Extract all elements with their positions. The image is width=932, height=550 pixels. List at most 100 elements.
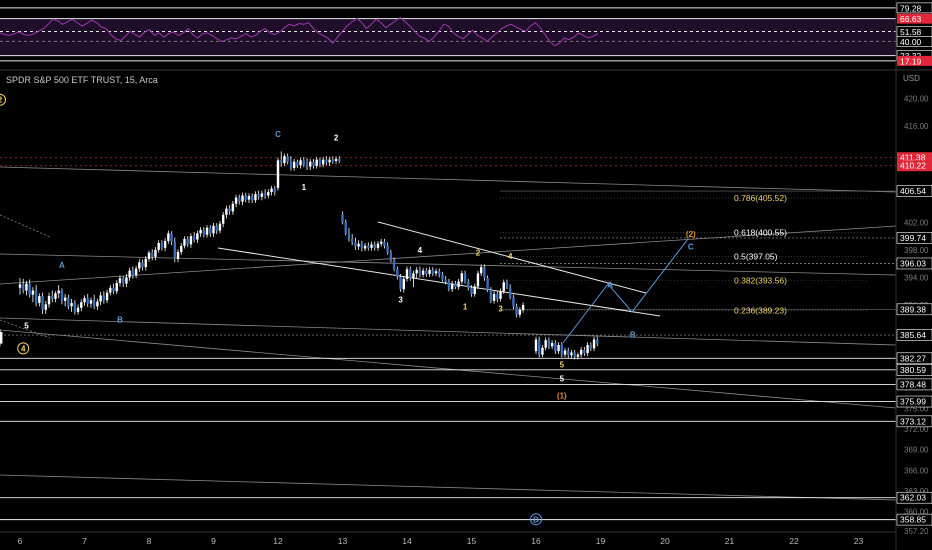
- candle-body: [586, 344, 589, 354]
- candle-body: [273, 188, 276, 193]
- candle-body: [441, 274, 444, 280]
- wave-label: B: [630, 331, 636, 340]
- candle-body: [483, 267, 486, 279]
- x-tick-label: 14: [402, 536, 412, 546]
- candle-body: [573, 352, 576, 357]
- candle-body: [131, 270, 135, 276]
- candle-body: [141, 262, 144, 268]
- candle-body: [328, 159, 331, 163]
- candle-body: [167, 233, 170, 241]
- candle-body: [234, 197, 238, 204]
- candle-body: [560, 344, 563, 355]
- wave-label: 1: [302, 183, 307, 192]
- candle-body: [34, 290, 38, 303]
- candle-body: [457, 281, 460, 288]
- candle-body: [583, 349, 586, 354]
- candle-body: [460, 273, 464, 282]
- candle-body: [96, 301, 99, 307]
- candle-body: [151, 252, 154, 257]
- candle-body: [28, 283, 31, 295]
- x-tick-label: 8: [147, 536, 152, 546]
- candle-body: [283, 156, 286, 164]
- candle-body: [389, 252, 393, 261]
- candle-body: [257, 194, 260, 197]
- candle-body: [579, 349, 583, 355]
- candle-body: [409, 269, 412, 279]
- candle-body: [102, 295, 106, 301]
- wave-label: 2: [0, 96, 3, 105]
- candle-body: [51, 296, 54, 299]
- candle-body: [386, 245, 389, 253]
- wave-label: 2: [476, 249, 481, 258]
- candle-body: [544, 340, 547, 348]
- level-label: 373.12: [900, 416, 926, 426]
- candle-body: [118, 278, 122, 283]
- level-label: 399.74: [900, 233, 926, 243]
- price-axis-label: 402.00: [904, 218, 929, 227]
- level-label: 380.59: [900, 365, 926, 375]
- candle-body: [363, 245, 367, 249]
- wave-label: 3: [398, 296, 403, 305]
- candle-body: [76, 307, 80, 312]
- candle-body: [228, 208, 231, 212]
- level-label: 375.99: [900, 397, 926, 407]
- candle-body: [550, 342, 554, 347]
- candle-body: [570, 352, 573, 356]
- chart-window: { "symbol_title": "SPDR S&P 500 ETF TRUS…: [0, 0, 932, 550]
- candle-body: [596, 339, 599, 344]
- x-tick-label: 12: [273, 536, 283, 546]
- candle-body: [218, 223, 222, 231]
- candle-body: [512, 297, 515, 307]
- wave-label: 4: [21, 344, 26, 353]
- candle-body: [92, 300, 96, 307]
- candle-body: [376, 243, 380, 248]
- candle-body: [492, 293, 496, 301]
- symbol-title: SPDR S&P 500 ETF TRUST, 15, Arca: [6, 75, 158, 85]
- candle-body: [244, 195, 247, 200]
- wave-label: C: [275, 130, 281, 139]
- candle-body: [147, 252, 151, 259]
- candle-body: [428, 269, 431, 275]
- candle-body: [215, 225, 218, 231]
- candle-body: [286, 156, 289, 162]
- candle-body: [73, 302, 77, 312]
- x-tick-label: 19: [596, 536, 606, 546]
- level-label: 385.64: [900, 330, 926, 340]
- candle-body: [447, 281, 451, 290]
- wave-label: A: [59, 261, 65, 270]
- rsi-axis-label: 66.63: [900, 14, 922, 24]
- candle-body: [270, 188, 273, 193]
- candle-body: [502, 282, 505, 292]
- candle-body: [499, 291, 502, 299]
- candle-body: [189, 236, 193, 245]
- candle-body: [276, 160, 280, 188]
- fib-label: 0.618(400.55): [734, 227, 787, 237]
- candle-body: [309, 161, 312, 167]
- candle-body: [86, 298, 89, 304]
- price-axis-label: 369.00: [904, 446, 929, 455]
- candle-body: [241, 195, 244, 202]
- x-tick-label: 21: [725, 536, 735, 546]
- candle-body: [521, 305, 525, 310]
- level-label: 378.48: [900, 379, 926, 389]
- level-label: 396.03: [900, 258, 926, 268]
- candle-body: [496, 293, 499, 299]
- candle-body: [289, 161, 293, 168]
- candle-body: [454, 283, 457, 288]
- candle-body: [412, 273, 415, 279]
- level-label: 358.85: [900, 515, 926, 525]
- wave-label: 5: [560, 375, 565, 384]
- candle-body: [144, 258, 147, 268]
- candle-body: [122, 278, 125, 284]
- trendline: [0, 329, 897, 409]
- candle-body: [70, 302, 73, 307]
- wave-label: (1): [557, 391, 567, 400]
- candle-body: [99, 295, 102, 302]
- candle-body: [315, 159, 318, 166]
- price-panel: 0.786(405.52) 0.618(400.55) 0.5(397.05) 0.3…: [0, 93, 932, 536]
- candle-body: [360, 243, 364, 249]
- candle-body: [267, 192, 270, 196]
- candle-body: [405, 269, 409, 279]
- candle-body: [347, 233, 351, 239]
- wave-label: 5: [560, 360, 565, 369]
